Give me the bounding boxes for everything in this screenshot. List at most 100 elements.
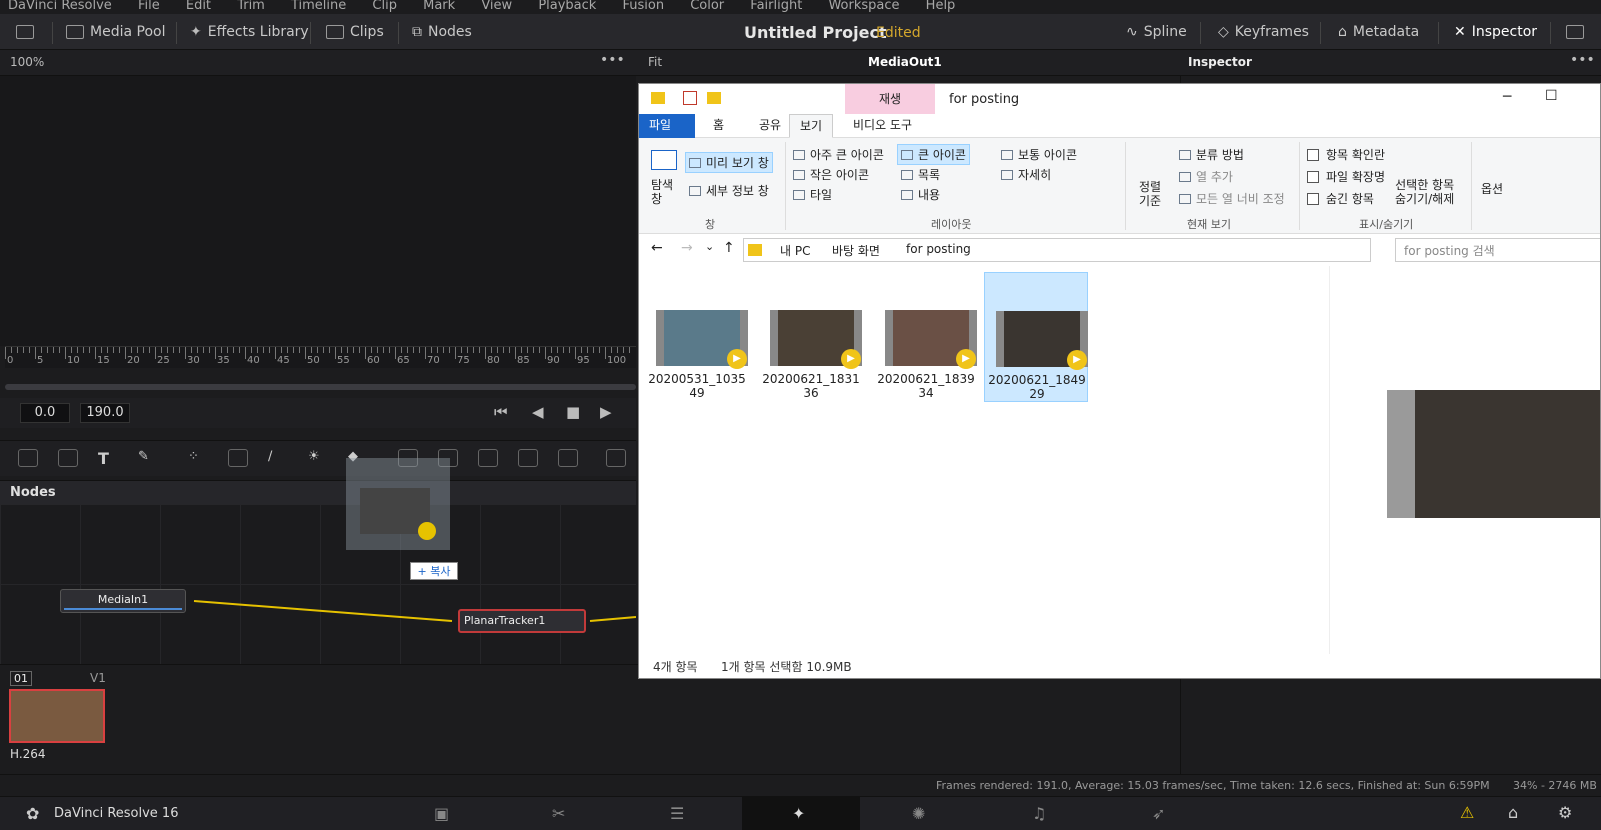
menu-workspace[interactable]: Workspace: [828, 0, 899, 13]
background-tool-icon[interactable]: [18, 449, 38, 467]
viewer-left[interactable]: [0, 76, 636, 346]
menu-color[interactable]: Color: [690, 0, 724, 13]
media-page-icon[interactable]: ▣: [434, 804, 449, 823]
crop-tool-icon[interactable]: [606, 449, 626, 467]
menu-edit[interactable]: Edit: [186, 0, 211, 13]
effects-library-button[interactable]: ✦ Effects Library: [190, 20, 309, 44]
color-page-icon[interactable]: ✺: [912, 804, 925, 823]
layout-details[interactable]: 자세히: [1001, 166, 1051, 183]
hidden-items-toggle[interactable]: 숨긴 항목: [1307, 190, 1374, 207]
tab-share[interactable]: 공유: [749, 114, 791, 138]
metadata-button[interactable]: ⌂ Metadata: [1338, 20, 1419, 44]
more-icon[interactable]: •••: [600, 52, 625, 68]
menu-view[interactable]: View: [481, 0, 512, 13]
layout-list[interactable]: 목록: [901, 166, 940, 183]
file-extensions-toggle[interactable]: 파일 확장명: [1307, 168, 1385, 185]
clips-button[interactable]: Clips: [326, 20, 384, 44]
menu-fusion[interactable]: Fusion: [622, 0, 664, 13]
inspector-button[interactable]: ✕ Inspector: [1454, 20, 1537, 44]
node-mediain[interactable]: MediaIn1: [60, 589, 186, 613]
tab-video-tools[interactable]: 비디오 도구: [843, 114, 922, 138]
layout-medium-icons[interactable]: 보통 아이콘: [1001, 146, 1077, 163]
end-timecode[interactable]: 190.0: [80, 403, 130, 423]
menu-trim[interactable]: Trim: [237, 0, 265, 13]
minimize-icon[interactable]: ─: [1503, 89, 1511, 105]
play-reverse-icon[interactable]: ◀: [532, 403, 544, 421]
file-list[interactable]: ▶ 20200531_1035 49 ▶ 20200621_1831 36 ▶ …: [639, 266, 1600, 654]
transform-tool-icon[interactable]: [518, 449, 538, 467]
group-by-button[interactable]: 분류 방법: [1179, 146, 1244, 163]
tab-file[interactable]: 파일: [639, 114, 695, 138]
clip-thumbnail[interactable]: [9, 689, 105, 743]
menu-fairlight[interactable]: Fairlight: [750, 0, 802, 13]
address-bar[interactable]: 내 PC 바탕 화면 for posting: [743, 238, 1371, 262]
fullscreen-button[interactable]: [1566, 20, 1590, 44]
sort-by-button[interactable]: 정렬 기준: [1139, 180, 1161, 208]
settings-gear-icon[interactable]: ⚙: [1558, 803, 1572, 822]
fusion-page-icon[interactable]: ✦: [792, 804, 805, 823]
mask-tool-icon[interactable]: [478, 449, 498, 467]
spline-button[interactable]: ∿ Spline: [1126, 20, 1187, 44]
start-timecode[interactable]: 0.0: [20, 403, 70, 423]
time-ruler[interactable]: 0 5 10 15 20 25 30 35 40 45 50 55 60 65 70 75 80 85 90 95 10…: [5, 346, 636, 368]
home-icon[interactable]: ⌂: [1508, 803, 1518, 822]
inspector-more-icon[interactable]: •••: [1570, 52, 1595, 68]
paint-tool-icon[interactable]: ✎: [138, 449, 158, 467]
forward-arrow-icon[interactable]: →: [681, 240, 693, 256]
scrub-bar[interactable]: [5, 384, 636, 390]
text-tool-icon[interactable]: T: [98, 449, 118, 468]
nodes-button[interactable]: ⧉ Nodes: [412, 20, 472, 44]
curve-tool-icon[interactable]: ∕: [268, 449, 288, 467]
menu-clip[interactable]: Clip: [372, 0, 397, 13]
stop-icon[interactable]: ■: [566, 403, 580, 421]
tab-view[interactable]: 보기: [789, 114, 834, 138]
menu-file[interactable]: File: [138, 0, 160, 13]
layout-xl-icons[interactable]: 아주 큰 아이콘: [793, 146, 884, 163]
back-arrow-icon[interactable]: ←: [651, 240, 663, 256]
go-start-icon[interactable]: ⏮: [494, 403, 508, 421]
blur-tool-icon[interactable]: [228, 449, 248, 467]
layout-tiles[interactable]: 타일: [793, 186, 832, 203]
recent-chevron-icon[interactable]: ⌄: [705, 240, 714, 253]
hide-selected-button[interactable]: 선택한 항목 숨기기/해제: [1395, 178, 1454, 206]
fit-columns-button[interactable]: 모든 열 너비 조정: [1179, 190, 1285, 207]
preview-pane-button[interactable]: 미리 보기 창: [685, 152, 773, 173]
menu-playback[interactable]: Playback: [538, 0, 596, 13]
node-planartracker[interactable]: PlanarTracker1: [458, 609, 586, 633]
file-item[interactable]: ▶ 20200531_1035 49: [645, 272, 749, 402]
fit-dropdown[interactable]: Fit: [648, 55, 662, 69]
keyframes-button[interactable]: ◇ Keyframes: [1218, 20, 1309, 44]
file-item[interactable]: ▶ 20200621_1839 34: [874, 272, 978, 402]
tab-home[interactable]: 홈: [703, 114, 734, 138]
zoom-dropdown[interactable]: 100%: [10, 55, 44, 69]
item-checkboxes-toggle[interactable]: 항목 확인란: [1307, 146, 1385, 163]
up-arrow-icon[interactable]: ↑: [723, 240, 735, 256]
warning-icon[interactable]: ⚠: [1460, 803, 1474, 822]
breadcrumb-pc[interactable]: 내 PC: [780, 242, 810, 259]
media-pool-button[interactable]: Media Pool: [66, 20, 165, 44]
layout-content[interactable]: 내용: [901, 186, 940, 203]
file-item[interactable]: ▶ 20200621_1831 36: [759, 272, 863, 402]
add-columns-button[interactable]: 열 추가: [1179, 168, 1233, 185]
file-item-selected[interactable]: ▶ 20200621_1849 29: [984, 272, 1088, 402]
menu-mark[interactable]: Mark: [423, 0, 455, 13]
options-button[interactable]: 옵션: [1481, 180, 1503, 197]
new-folder-icon[interactable]: [707, 92, 721, 104]
fairlight-page-icon[interactable]: ♫: [1032, 804, 1046, 823]
layout-small-icons[interactable]: 작은 아이콘: [793, 166, 869, 183]
node-editor[interactable]: MediaIn1 PlanarTracker1 + 복사: [0, 504, 636, 664]
breadcrumb-desktop[interactable]: 바탕 화면: [832, 242, 880, 259]
menu-timeline[interactable]: Timeline: [291, 0, 346, 13]
menu-app[interactable]: DaVinci Resolve: [8, 0, 112, 13]
properties-icon[interactable]: [683, 91, 697, 105]
details-pane-button[interactable]: 세부 정보 창: [689, 182, 769, 199]
particles-tool-icon[interactable]: ⁘: [188, 449, 208, 467]
layout-large-icons[interactable]: 큰 아이콘: [897, 144, 970, 165]
breadcrumb-folder[interactable]: for posting: [906, 242, 971, 256]
image-tool-icon[interactable]: [58, 449, 78, 467]
deliver-page-icon[interactable]: ➶: [1152, 804, 1165, 823]
panel-toggle-button[interactable]: [16, 20, 40, 44]
resize-tool-icon[interactable]: [558, 449, 578, 467]
play-icon[interactable]: ▶: [600, 403, 612, 421]
menu-help[interactable]: Help: [926, 0, 956, 13]
